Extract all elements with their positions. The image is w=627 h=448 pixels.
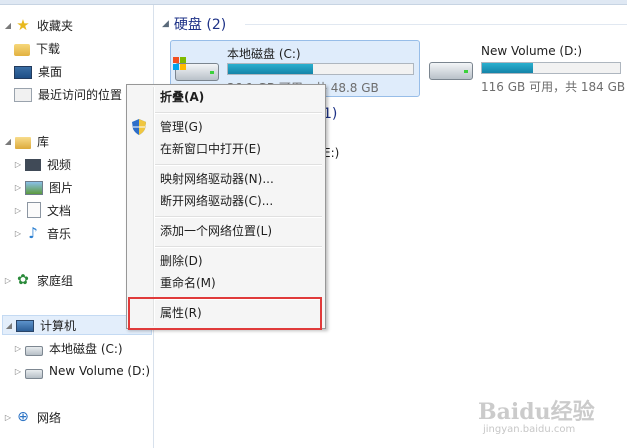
nav-item-music[interactable]: ▷ ♪ 音乐 [14,223,71,243]
nav-item-label: 最近访问的位置 [38,87,123,102]
nav-libraries[interactable]: ◢ 库 [4,131,49,151]
desktop-icon [14,65,32,79]
drive-tile-d[interactable]: New Volume (D:) 116 GB 可用，共 184 GB [425,40,625,97]
expand-arrow-icon[interactable]: ◢ [5,321,13,330]
group-header-hard-disks[interactable]: ◢ 硬盘 (2) [162,14,226,34]
drive-space-info: 116 GB 可用，共 184 GB [481,80,626,94]
homegroup-icon: ✿ [17,272,29,288]
nav-item-desktop[interactable]: 桌面 [14,61,62,81]
drive-icon [25,345,43,356]
baidu-watermark-url: jingyan.baidu.com [483,424,576,435]
collapse-arrow-icon[interactable]: ▷ [14,229,22,238]
hard-drive-icon [173,57,219,83]
nav-item-drive-c[interactable]: ▷ 本地磁盘 (C:) [14,338,123,358]
collapse-arrow-icon[interactable]: ◢ [162,19,169,29]
menu-item-add-network-location[interactable]: 添加一个网络位置(L) [160,220,272,242]
video-icon [25,159,41,171]
drive-usage-bar [481,62,621,74]
nav-homegroup-label: 家庭组 [37,273,74,288]
menu-item-disconnect-network-drive[interactable]: 断开网络驱动器(C)... [160,190,273,212]
windows-logo-icon [173,57,187,71]
menu-item-collapse[interactable]: 折叠(A) [160,86,204,108]
collapse-arrow-icon[interactable]: ▷ [14,160,22,169]
nav-item-drive-d[interactable]: ▷ New Volume (D:) [14,361,150,381]
nav-item-label: 文档 [47,203,72,218]
music-icon: ♪ [28,224,38,242]
menu-separator [155,246,322,248]
nav-libraries-label: 库 [37,134,50,149]
library-icon [15,136,31,149]
collapse-arrow-icon[interactable]: ▷ [14,183,22,192]
drive-icon [25,368,43,379]
baidu-watermark-logo: Baidu经验 [478,399,595,425]
menu-item-rename[interactable]: 重命名(M) [160,272,216,294]
nav-item-videos[interactable]: ▷ 视频 [14,154,71,174]
nav-item-label: 音乐 [47,226,72,241]
picture-icon [25,181,43,195]
uac-shield-icon [132,119,146,135]
nav-favorites[interactable]: ◢ ★ 收藏夹 [4,15,73,35]
group-title: 硬盘 (2) [173,17,227,33]
nav-item-recent-places[interactable]: 最近访问的位置 [14,84,122,104]
expand-arrow-icon[interactable]: ◢ [4,21,12,30]
collapse-arrow-icon[interactable]: ▷ [14,206,22,215]
computer-icon [16,320,34,332]
menu-separator [155,164,322,166]
nav-item-label: New Volume (D:) [49,364,151,378]
nav-network-label: 网络 [37,410,62,425]
expand-arrow-icon[interactable]: ◢ [4,137,12,146]
nav-homegroup[interactable]: ▷ ✿ 家庭组 [4,270,73,290]
downloads-folder-icon [14,43,30,56]
drive-usage-bar [227,63,414,75]
menu-separator [155,112,322,114]
menu-item-map-network-drive[interactable]: 映射网络驱动器(N)... [160,168,274,190]
menu-gutter [153,87,155,326]
nav-item-documents[interactable]: ▷ 文档 [14,200,71,220]
nav-item-pictures[interactable]: ▷ 图片 [14,177,73,197]
properties-highlight-box [128,297,322,330]
collapse-arrow-icon[interactable]: ▷ [14,344,22,353]
drive-usage-fill [228,64,314,74]
menu-separator [155,216,322,218]
menu-item-open-new-window[interactable]: 在新窗口中打开(E) [160,138,261,160]
nav-item-label: 图片 [49,180,74,195]
collapse-arrow-icon[interactable]: ▷ [14,367,22,376]
nav-item-label: 下载 [36,41,61,56]
network-icon: ⊕ [17,409,29,425]
collapse-arrow-icon[interactable]: ▷ [4,276,12,285]
nav-item-label: 桌面 [38,64,63,79]
context-menu: 折叠(A) 管理(G) 在新窗口中打开(E) 映射网络驱动器(N)... 断开网… [126,84,326,329]
menu-item-delete[interactable]: 删除(D) [160,250,203,272]
nav-computer-label: 计算机 [40,318,77,333]
nav-network[interactable]: ▷ ⊕ 网络 [4,407,61,427]
drive-name: New Volume (D:) [481,44,583,58]
collapse-arrow-icon[interactable]: ▷ [4,413,12,422]
drive-usage-fill [482,63,534,73]
group-divider [245,24,627,25]
menu-item-manage[interactable]: 管理(G) [160,116,203,138]
hard-drive-icon [429,56,473,82]
nav-item-label: 视频 [47,157,72,172]
recent-places-icon [14,88,32,102]
nav-item-label: 本地磁盘 (C:) [49,341,123,356]
star-icon: ★ [16,16,30,34]
nav-favorites-label: 收藏夹 [37,18,74,33]
document-icon [27,202,41,218]
drive-name: 本地磁盘 (C:) [227,47,301,61]
nav-item-downloads[interactable]: 下载 [14,38,60,58]
